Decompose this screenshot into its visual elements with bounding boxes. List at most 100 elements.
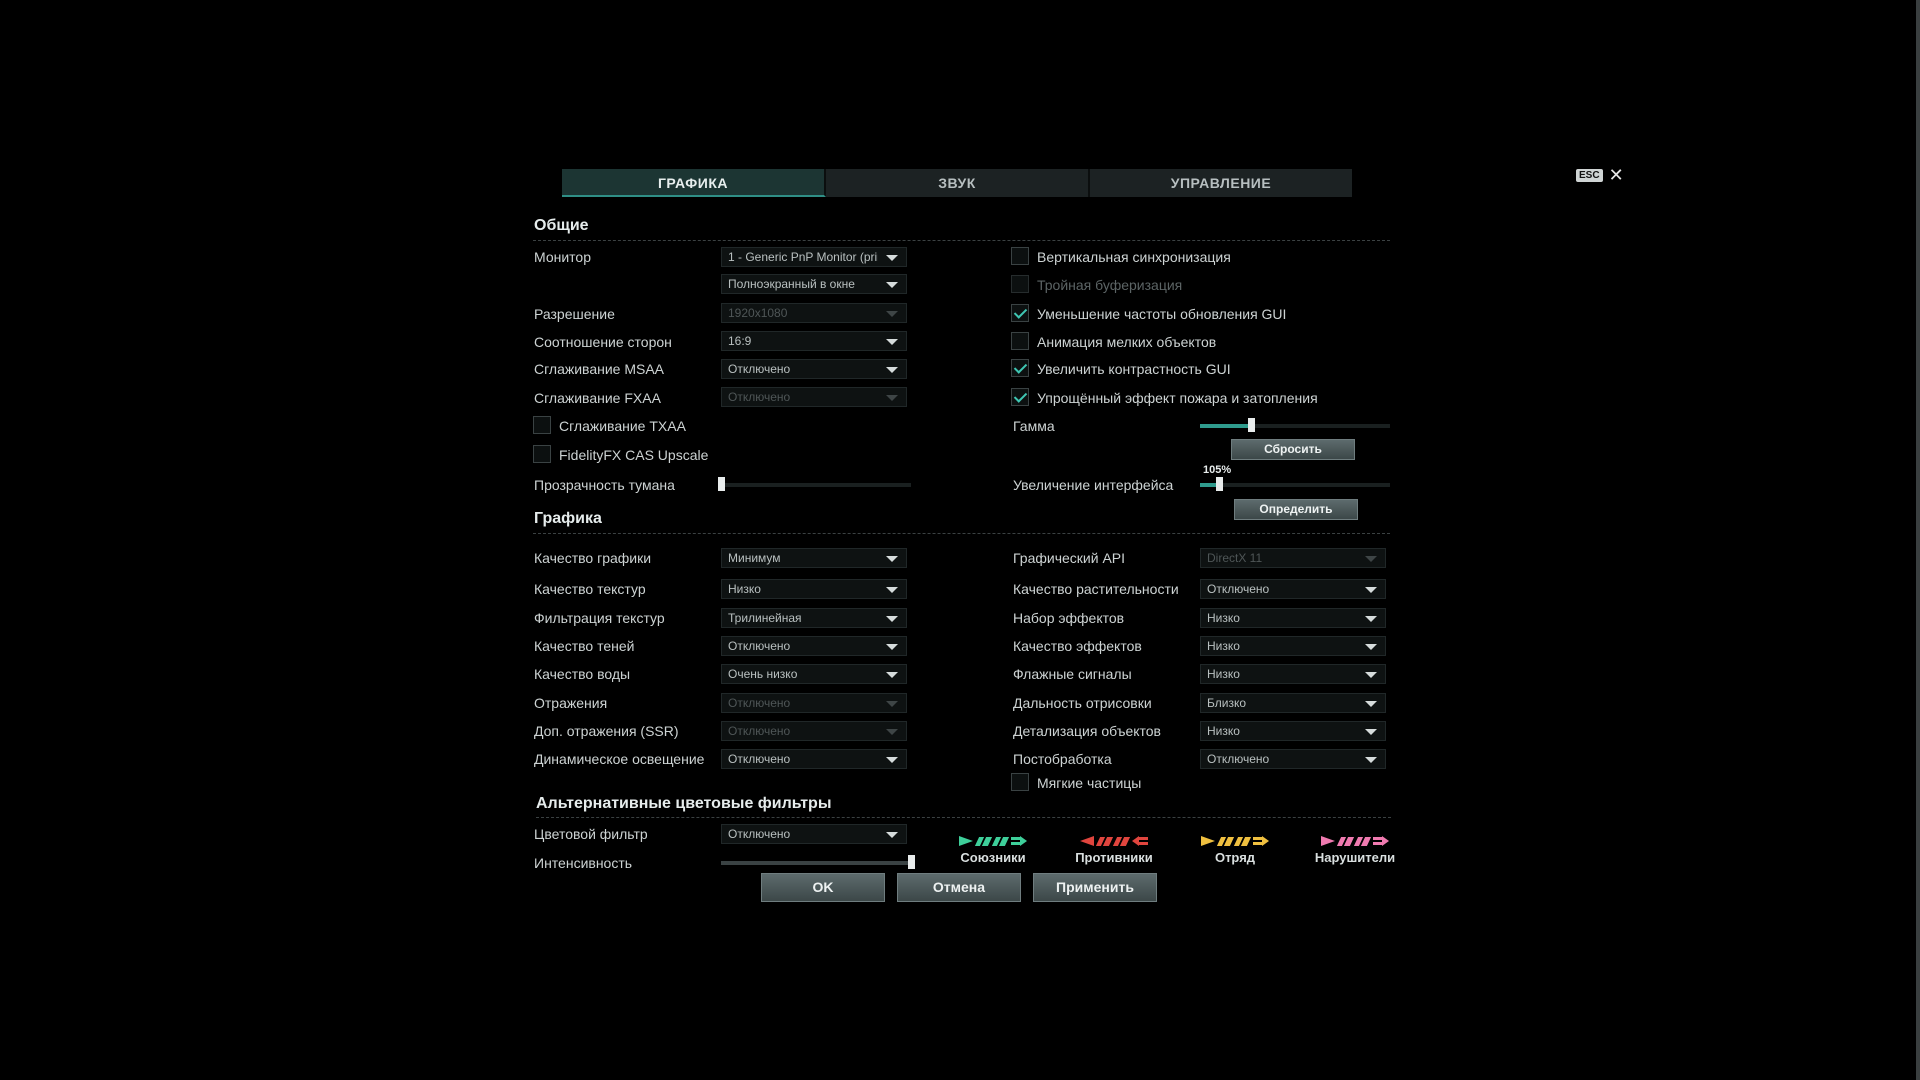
ok-button[interactable]: OK <box>761 873 885 902</box>
graphics-setting-value: Низко <box>1207 639 1240 653</box>
fog-slider[interactable] <box>718 477 911 491</box>
graphics-setting-dropdown[interactable]: Отключено <box>1200 749 1386 769</box>
cas-label: FidelityFX CAS Upscale <box>559 447 709 463</box>
monitor-label: Монитор <box>534 249 591 265</box>
chevron-down-icon <box>1365 701 1377 707</box>
graphics-setting-value: Низко <box>1207 667 1240 681</box>
graphics-setting-dropdown: Отключено <box>721 693 907 713</box>
tab-sound[interactable]: ЗВУК <box>826 169 1090 197</box>
fire-effect-checkbox[interactable] <box>1011 388 1029 406</box>
graphics-setting-label: Качество графики <box>534 550 652 566</box>
graphics-setting-value: Отключено <box>728 639 791 653</box>
ui-scale-detect-button[interactable]: Определить <box>1234 499 1358 520</box>
ship-marker-icon <box>959 836 973 846</box>
cas-checkbox[interactable] <box>533 445 551 463</box>
chevron-down-icon <box>1365 729 1377 735</box>
graphics-setting-label: Качество теней <box>534 638 635 654</box>
graphics-setting-value: Низко <box>1207 611 1240 625</box>
graphics-setting-dropdown[interactable]: Трилинейная <box>721 608 907 628</box>
chevron-down-icon <box>886 587 898 593</box>
ui-scale-slider[interactable] <box>1200 477 1390 491</box>
graphics-setting-dropdown[interactable]: Отключено <box>1200 579 1386 599</box>
chevron-down-icon <box>886 757 898 763</box>
tab-graphics[interactable]: ГРАФИКА <box>562 169 826 197</box>
graphics-setting-dropdown[interactable]: Отключено <box>721 636 907 656</box>
graphics-setting-label: Качество эффектов <box>1013 638 1142 654</box>
slider-fill <box>721 861 911 865</box>
graphics-setting-dropdown[interactable]: Низко <box>1200 608 1386 628</box>
graphics-setting-label: Качество воды <box>534 666 631 682</box>
legend-icons <box>938 834 1048 848</box>
ship-class-icon <box>991 837 1010 846</box>
legend-label: Отряд <box>1214 850 1256 865</box>
legend-icons <box>1180 834 1290 848</box>
txaa-checkbox[interactable] <box>533 416 551 434</box>
gamma-slider[interactable] <box>1200 418 1390 432</box>
tab-controls[interactable]: УПРАВЛЕНИЕ <box>1090 169 1352 197</box>
graphics-setting-value: Отключено <box>1207 582 1270 596</box>
chevron-down-icon <box>1365 644 1377 650</box>
gamma-reset-button[interactable]: Сбросить <box>1231 439 1355 460</box>
graphics-setting-value: Отключено <box>728 724 791 738</box>
soft-particles-checkbox[interactable] <box>1011 773 1029 791</box>
intensity-slider[interactable] <box>721 855 915 869</box>
resolution-label: Разрешение <box>534 306 615 322</box>
graphics-setting-dropdown[interactable]: Низко <box>1200 664 1386 684</box>
graphics-setting-label: Графический API <box>1013 550 1126 566</box>
chevron-down-icon <box>886 395 898 401</box>
graphics-setting-value: Трилинейная <box>728 611 802 625</box>
ship-class-icon <box>1095 837 1114 846</box>
legend-group: Противники <box>1059 834 1169 865</box>
graphics-setting-label: Динамическое освещение <box>534 751 705 767</box>
graphics-setting-value: Минимум <box>728 551 781 565</box>
display-mode-dropdown[interactable]: Полноэкранный в окне <box>721 274 907 294</box>
graphics-setting-dropdown[interactable]: Отключено <box>721 749 907 769</box>
msaa-label: Сглаживание MSAA <box>534 361 665 377</box>
slider-thumb[interactable] <box>1216 477 1223 491</box>
color-filter-dropdown[interactable]: Отключено <box>721 824 907 844</box>
graphics-setting-dropdown[interactable]: Минимум <box>721 548 907 568</box>
carrier-marker-icon <box>1011 836 1027 846</box>
chevron-down-icon <box>886 339 898 345</box>
gui-rate-checkbox[interactable] <box>1011 304 1029 322</box>
graphics-setting-label: Постобработка <box>1013 751 1112 767</box>
graphics-setting-label: Набор эффектов <box>1013 610 1125 626</box>
chevron-down-icon <box>1365 556 1377 562</box>
legend-group: Нарушители <box>1300 834 1410 865</box>
fxaa-dropdown: Отключено <box>721 387 907 407</box>
fog-label: Прозрачность тумана <box>534 477 675 493</box>
color-filter-label: Цветовой фильтр <box>534 826 648 842</box>
msaa-value: Отключено <box>728 362 791 376</box>
chevron-down-icon <box>886 644 898 650</box>
slider-thumb[interactable] <box>718 477 725 491</box>
display-mode-value: Полноэкранный в окне <box>728 277 855 291</box>
graphics-setting-label: Качество растительности <box>1013 581 1179 597</box>
monitor-dropdown[interactable]: 1 - Generic PnP Monitor (prim <box>721 247 907 267</box>
graphics-setting-dropdown[interactable]: Низко <box>1200 636 1386 656</box>
gui-contrast-checkbox[interactable] <box>1011 359 1029 377</box>
slider-thumb[interactable] <box>908 855 915 869</box>
graphics-setting-dropdown[interactable]: Низко <box>721 579 907 599</box>
graphics-setting-value: DirectX 11 <box>1207 551 1263 565</box>
esc-close[interactable]: ESC ✕ <box>1576 166 1624 184</box>
tab-bar: ГРАФИКА ЗВУК УПРАВЛЕНИЕ <box>562 169 1352 197</box>
graphics-setting-dropdown[interactable]: Низко <box>1200 721 1386 741</box>
cancel-button[interactable]: Отмена <box>897 873 1021 902</box>
legend-icons <box>1300 834 1410 848</box>
msaa-dropdown[interactable]: Отключено <box>721 359 907 379</box>
graphics-setting-dropdown[interactable]: Близко <box>1200 693 1386 713</box>
slider-thumb[interactable] <box>1248 418 1256 432</box>
section-divider <box>533 240 1390 241</box>
apply-button[interactable]: Применить <box>1033 873 1157 902</box>
ship-class-icon <box>974 837 993 846</box>
vsync-label: Вертикальная синхронизация <box>1037 249 1231 265</box>
section-title-color-filters: Альтернативные цветовые фильтры <box>536 795 832 812</box>
close-icon[interactable]: ✕ <box>1609 166 1624 184</box>
chevron-down-icon <box>886 701 898 707</box>
aspect-dropdown[interactable]: 16:9 <box>721 331 907 351</box>
vsync-checkbox[interactable] <box>1011 247 1029 265</box>
graphics-setting-dropdown[interactable]: Очень низко <box>721 664 907 684</box>
graphics-setting-value: Низко <box>728 582 761 596</box>
chevron-down-icon <box>1365 616 1377 622</box>
small-anim-checkbox[interactable] <box>1011 332 1029 350</box>
